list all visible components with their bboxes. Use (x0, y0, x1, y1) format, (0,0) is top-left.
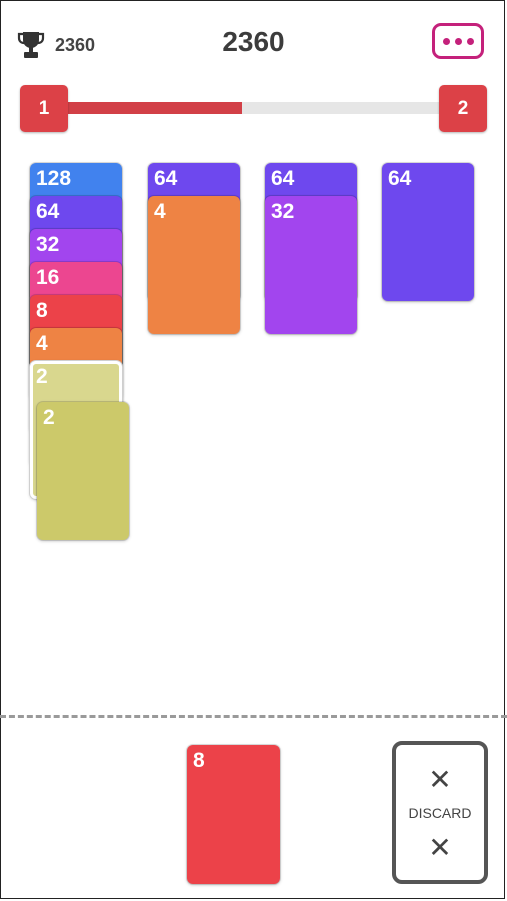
card-value: 64 (36, 200, 60, 223)
card-value: 32 (271, 200, 295, 223)
card-value: 32 (36, 233, 60, 256)
current-level-badge: 1 (20, 85, 68, 132)
discard-button[interactable]: ✕ DISCARD ✕ (392, 741, 488, 884)
column-card[interactable]: 64 (382, 163, 474, 301)
next-card[interactable]: 8 (187, 745, 280, 884)
card-value: 64 (154, 167, 178, 190)
more-dots-icon (466, 37, 474, 45)
column-card[interactable]: 4 (148, 196, 240, 334)
column-card[interactable]: 32 (265, 196, 357, 334)
close-icon: ✕ (428, 832, 452, 863)
close-icon: ✕ (428, 764, 452, 795)
discard-label: DISCARD (408, 805, 472, 821)
card-value: 128 (36, 167, 72, 190)
level-progress-fill (44, 102, 242, 114)
card-value: 2 (43, 406, 55, 429)
more-dots-icon (442, 37, 450, 45)
more-dots-icon (454, 37, 462, 45)
dragging-card[interactable]: 2 (37, 402, 129, 540)
hand-divider (0, 715, 507, 718)
current-score: 2360 (222, 26, 285, 57)
level-progress-track (44, 102, 474, 114)
card-value: 64 (388, 167, 412, 190)
more-menu-button[interactable] (432, 23, 484, 59)
card-value: 64 (271, 167, 295, 190)
card-value: 8 (36, 299, 48, 322)
card-value: 16 (36, 266, 60, 289)
next-level-badge: 2 (439, 85, 487, 132)
card-value: 8 (193, 749, 205, 772)
card-value: 2 (36, 365, 48, 388)
card-value: 4 (36, 332, 48, 355)
card-value: 4 (154, 200, 166, 223)
